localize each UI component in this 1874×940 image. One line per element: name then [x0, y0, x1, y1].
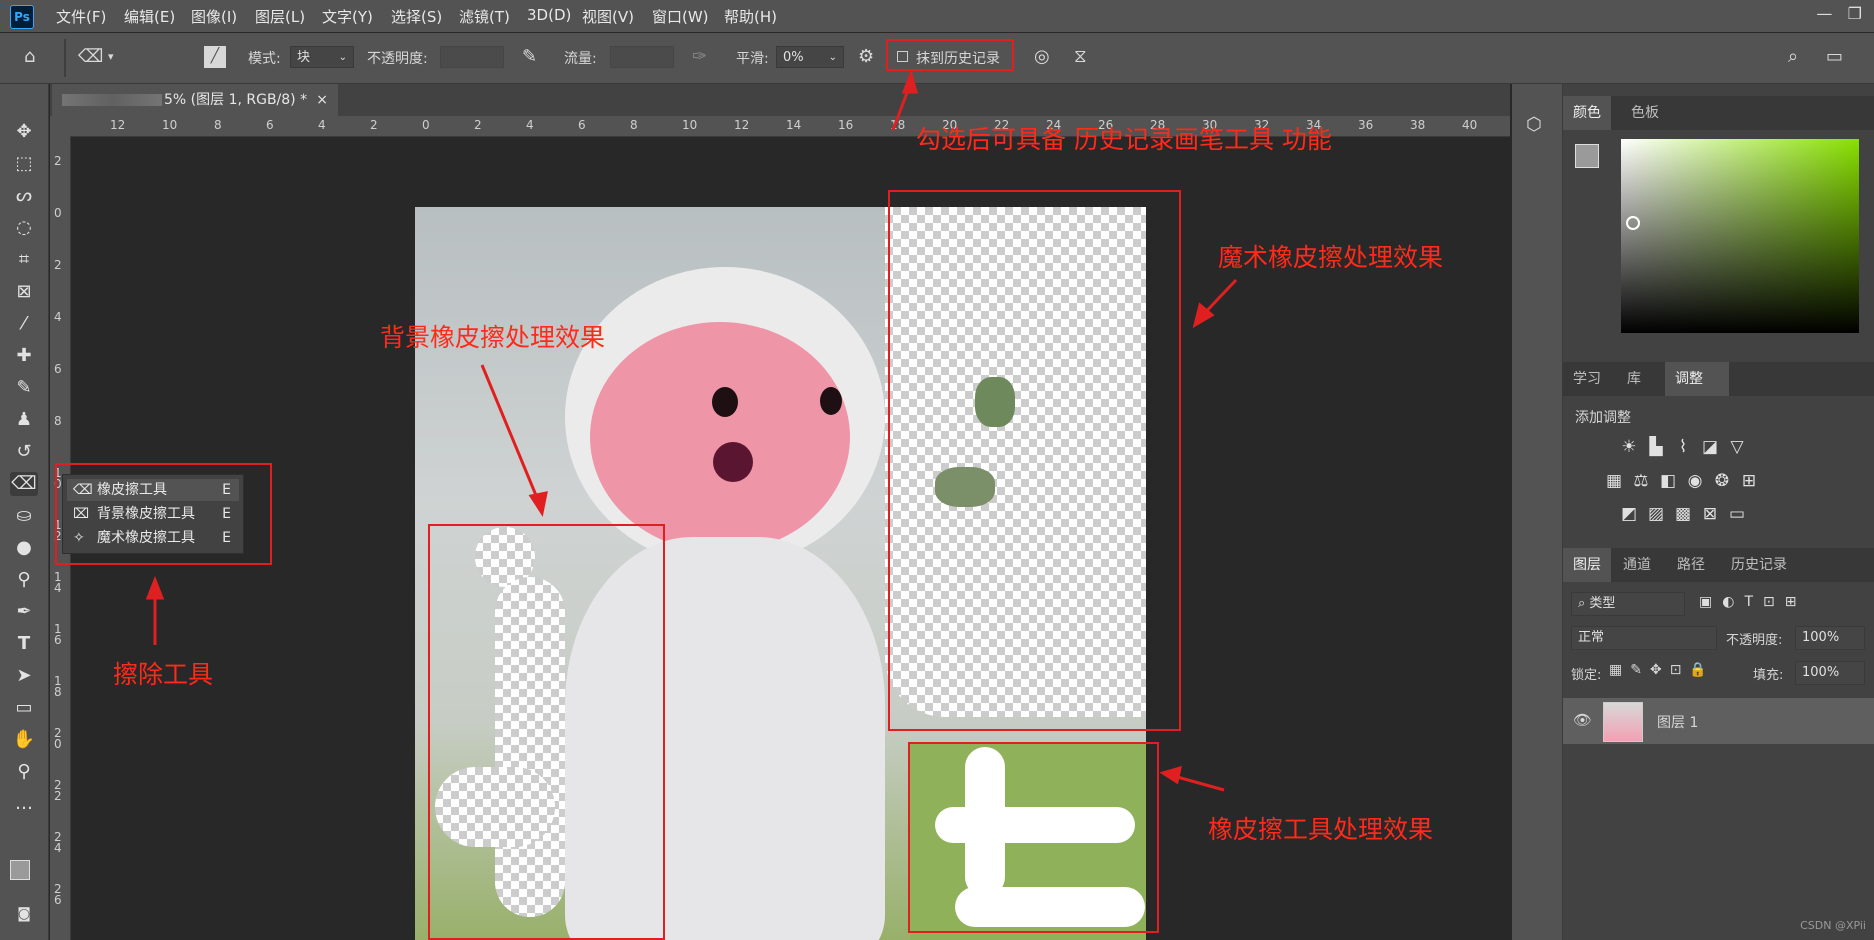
color-balance-icon[interactable]: ⚖	[1630, 471, 1652, 491]
visibility-eye-icon[interactable]: 👁	[1573, 711, 1592, 729]
panel-icon-strip: ⬡	[1512, 84, 1563, 940]
tab-layers[interactable]: 图层	[1563, 548, 1611, 582]
right-panel: 颜色 色板 学习 库 调整 添加调整 ☀ ▙ ⌇ ◪ ▽ ▦ ⚖ ◧ ◉ ❂ ⊞…	[1563, 84, 1874, 940]
adjust-panel-tabs: 学习 库 调整	[1563, 362, 1874, 396]
color-picker-field[interactable]	[1621, 139, 1859, 333]
layer-name[interactable]: 图层 1	[1657, 712, 1698, 732]
lock-label: 锁定:	[1571, 668, 1602, 683]
eraser-tool-flyout: ⌫ 橡皮擦工具 E ⌧ 背景橡皮擦工具 E ✧ 魔术橡皮擦工具 E	[62, 474, 244, 554]
selective-color-icon[interactable]: ▭	[1726, 504, 1748, 524]
tab-libraries[interactable]: 库	[1617, 362, 1651, 396]
shortcut-key: E	[222, 530, 231, 546]
flyout-item-eraser[interactable]: ⌫ 橡皮擦工具 E	[67, 479, 239, 501]
lock-icons[interactable]: ▦✎✥⊡🔒	[1609, 662, 1715, 678]
adjust-title: 添加调整	[1575, 410, 1631, 426]
layer-fill-value: 100%	[1802, 665, 1840, 680]
layer-opacity-label: 不透明度:	[1726, 633, 1783, 648]
tab-learn[interactable]: 学习	[1563, 362, 1611, 396]
magic-eraser-icon: ✧	[73, 530, 85, 546]
shortcut-key: E	[222, 482, 231, 498]
flyout-item-background-eraser[interactable]: ⌧ 背景橡皮擦工具 E	[67, 503, 239, 525]
eraser-icon: ⌫	[73, 482, 93, 498]
black-white-icon[interactable]: ◧	[1657, 471, 1679, 491]
tab-swatches[interactable]: 色板	[1621, 96, 1669, 130]
hue-saturation-icon[interactable]: ▦	[1603, 471, 1625, 491]
eraser-tool-note: 擦除工具	[113, 660, 214, 689]
posterize-icon[interactable]: ▨	[1645, 504, 1667, 524]
history-note: 勾选后可具备 历史记录画笔工具 功能	[916, 125, 1332, 154]
3d-cube-icon[interactable]: ⬡	[1526, 114, 1542, 135]
tab-adjustments[interactable]: 调整	[1665, 362, 1729, 396]
layer-opacity-field[interactable]: 100%	[1795, 626, 1865, 650]
eraser-effect-note: 橡皮擦工具处理效果	[1208, 815, 1434, 844]
layer-row[interactable]: 👁 图层 1	[1563, 698, 1874, 744]
color-picker-handle[interactable]	[1626, 216, 1640, 230]
layer-thumbnail	[1603, 702, 1643, 742]
tab-channels[interactable]: 通道	[1613, 548, 1661, 582]
curves-icon[interactable]: ⌇	[1672, 437, 1694, 457]
shortcut-key: E	[222, 506, 231, 522]
layer-filter-select[interactable]: ⌕ 类型	[1571, 592, 1685, 616]
levels-icon[interactable]: ▙	[1645, 437, 1667, 457]
background-eraser-icon: ⌧	[73, 506, 90, 522]
blend-mode-value: 正常	[1578, 630, 1605, 645]
vibrance-icon[interactable]: ▽	[1726, 437, 1748, 457]
watermark: CSDN @XPii	[1800, 919, 1866, 932]
color-lookup-icon[interactable]: ⊞	[1738, 471, 1760, 491]
invert-icon[interactable]: ◩	[1618, 504, 1640, 524]
channel-mixer-icon[interactable]: ❂	[1711, 471, 1733, 491]
exposure-icon[interactable]: ◪	[1699, 437, 1721, 457]
threshold-icon[interactable]: ▩	[1672, 504, 1694, 524]
flyout-label: 魔术橡皮擦工具	[97, 530, 195, 546]
tab-color[interactable]: 颜色	[1563, 96, 1611, 130]
layer-opacity-value: 100%	[1802, 630, 1840, 645]
blend-mode-select[interactable]: 正常	[1571, 626, 1717, 650]
background-eraser-note: 背景橡皮擦处理效果	[380, 323, 606, 352]
gradient-map-icon[interactable]: ⊠	[1699, 504, 1721, 524]
brightness-icon[interactable]: ☀	[1618, 437, 1640, 457]
flyout-item-magic-eraser[interactable]: ✧ 魔术橡皮擦工具 E	[67, 527, 239, 549]
fill-label: 填充:	[1753, 668, 1784, 683]
flyout-label: 橡皮擦工具	[97, 482, 167, 498]
filter-kind-value: 类型	[1589, 596, 1616, 611]
layers-panel-tabs: 图层 通道 路径 历史记录	[1563, 548, 1874, 582]
layer-filter-icons[interactable]: ▣◐T⊡⊞	[1699, 594, 1806, 610]
tab-history[interactable]: 历史记录	[1721, 548, 1797, 582]
foreground-color-swatch[interactable]	[1575, 144, 1599, 168]
photo-filter-icon[interactable]: ◉	[1684, 471, 1706, 491]
flyout-label: 背景橡皮擦工具	[97, 506, 195, 522]
layer-fill-field[interactable]: 100%	[1795, 661, 1865, 685]
color-panel-tabs: 颜色 色板	[1563, 96, 1874, 130]
search-icon: ⌕	[1578, 596, 1590, 611]
magic-eraser-note: 魔术橡皮擦处理效果	[1218, 243, 1444, 272]
tab-paths[interactable]: 路径	[1667, 548, 1715, 582]
